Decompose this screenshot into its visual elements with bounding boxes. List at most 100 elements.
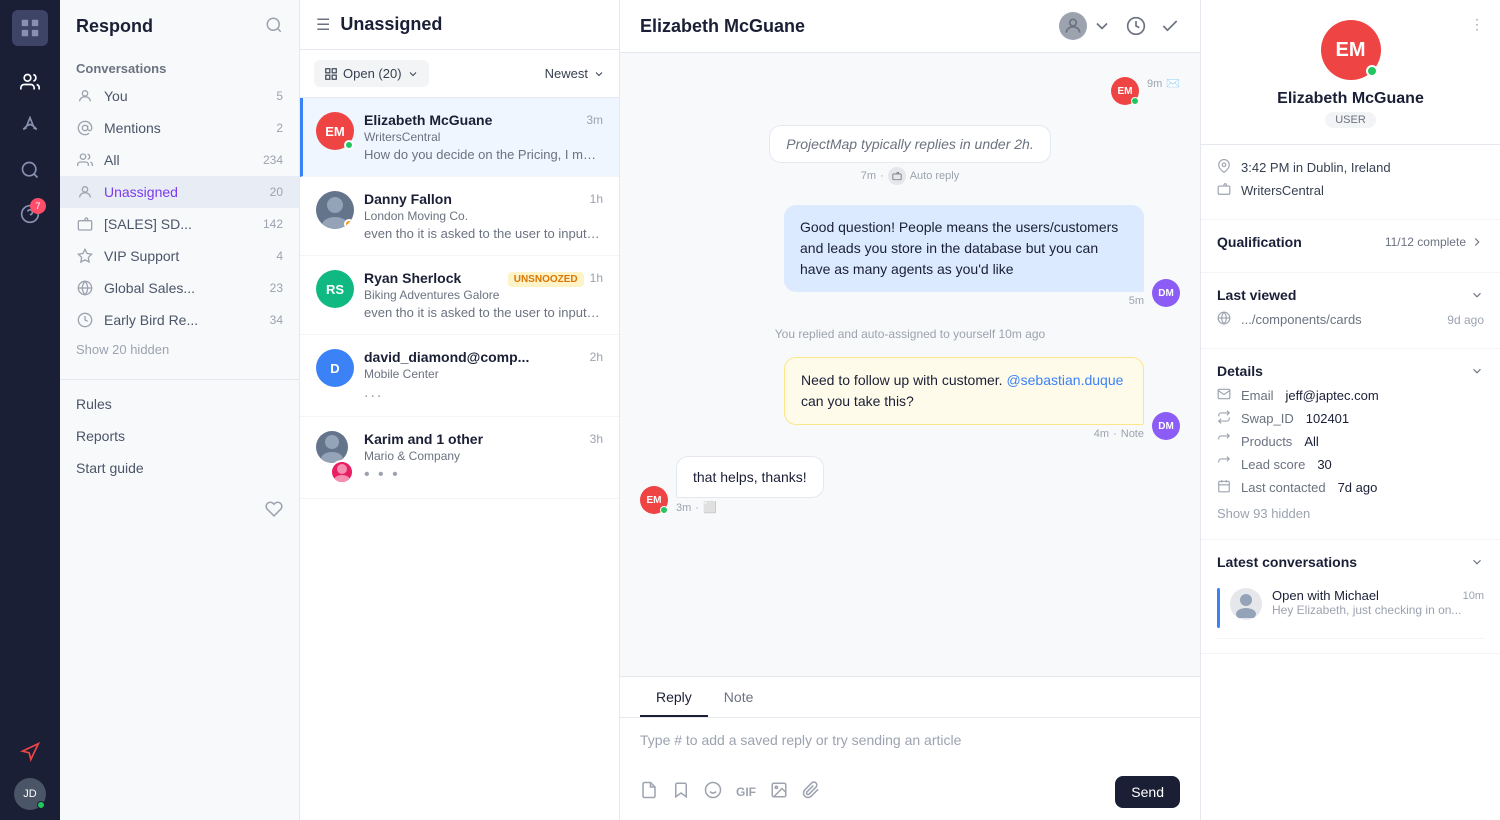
bot-bubble: ProjectMap typically replies in under 2h…	[769, 125, 1050, 163]
rp-last-viewed-section: Last viewed .../components/cards 9d ago	[1201, 273, 1500, 349]
incoming-reply-container: that helps, thanks! 3m · ⬜	[676, 456, 824, 514]
outgoing-bubble: Good question! People means the users/cu…	[784, 205, 1144, 292]
sidebar-item-early[interactable]: Early Bird Re... 34	[60, 304, 299, 336]
conv-name: Karim and 1 other	[364, 431, 483, 447]
conv-company: Mario & Company	[364, 449, 603, 463]
more-options-icon[interactable]: ⋮	[1470, 16, 1484, 33]
show-hidden-details[interactable]: Show 93 hidden	[1217, 502, 1484, 525]
global-label: Global Sales...	[104, 280, 260, 296]
sort-label: Newest	[545, 66, 588, 81]
rocket-nav-icon[interactable]	[12, 108, 48, 144]
clock-icon[interactable]	[1126, 16, 1146, 36]
rp-latest-conv-title: Latest conversations	[1217, 554, 1357, 570]
incoming-bubble: that helps, thanks!	[676, 456, 824, 498]
sidebar-item-sales[interactable]: [SALES] SD... 142	[60, 208, 299, 240]
conv-item-elizabeth[interactable]: EM Elizabeth McGuane 3m WritersCentral H…	[300, 98, 619, 177]
sort-button[interactable]: Newest	[545, 66, 605, 81]
rp-details-section: Details Email jeff@japtec.com Swa	[1201, 349, 1500, 540]
rp-qual-title: Qualification	[1217, 234, 1302, 250]
emoji-icon[interactable]	[704, 781, 722, 803]
image-icon[interactable]	[770, 781, 788, 803]
reply-tab[interactable]: Reply	[640, 677, 708, 717]
attach-icon[interactable]	[802, 781, 820, 803]
reply-input[interactable]: Type # to add a saved reply or try sendi…	[620, 718, 1200, 768]
resolve-icon[interactable]	[1160, 16, 1180, 36]
rp-company-row: WritersCentral	[1217, 182, 1484, 199]
megaphone-icon[interactable]	[12, 734, 48, 770]
chat-header: Elizabeth McGuane	[620, 0, 1200, 53]
conv-avatar-ryan: RS	[316, 270, 354, 308]
question-nav-icon[interactable]: 7	[12, 196, 48, 232]
global-count: 23	[270, 281, 283, 295]
user-avatar-icon[interactable]: JD	[14, 778, 46, 810]
leadscore-value: 30	[1317, 457, 1331, 472]
document-icon[interactable]	[640, 781, 658, 803]
conv-item-karim[interactable]: Karim and 1 other 3h Mario & Company • •…	[300, 417, 619, 499]
note-tab[interactable]: Note	[708, 677, 770, 717]
rules-link[interactable]: Rules	[60, 388, 299, 420]
reports-link[interactable]: Reports	[60, 420, 299, 452]
unassigned-icon	[76, 183, 94, 201]
rp-viewed-time: 9d ago	[1447, 313, 1484, 327]
conv-company: London Moving Co.	[364, 209, 603, 223]
start-guide-link[interactable]: Start guide	[60, 452, 299, 484]
send-button[interactable]: Send	[1115, 776, 1180, 808]
nav-search-icon[interactable]	[265, 16, 283, 37]
conv-company: Mobile Center	[364, 367, 603, 381]
products-icon	[1217, 433, 1233, 450]
conv-time: UNSNOOZED1h	[508, 271, 603, 285]
assign-button[interactable]	[1059, 12, 1112, 40]
reply-toolbar: GIF Send	[620, 768, 1200, 820]
rp-details-header: Details	[1217, 363, 1484, 379]
conv-preview: ...	[364, 384, 603, 402]
rp-last-viewed-toggle[interactable]	[1470, 288, 1484, 302]
user-online-indicator	[37, 801, 45, 809]
rp-online-dot	[1366, 65, 1378, 77]
conv-content-david: david_diamond@comp... 2h Mobile Center .…	[364, 349, 603, 402]
rp-location-row: 3:42 PM in Dublin, Ireland	[1217, 159, 1484, 176]
sidebar-item-unassigned[interactable]: Unassigned 20	[60, 176, 299, 208]
search-nav-icon[interactable]	[12, 152, 48, 188]
hamburger-menu-icon[interactable]: ☰	[316, 15, 330, 35]
rp-last-viewed-url: .../components/cards 9d ago	[1217, 311, 1484, 328]
rp-latest-conv-header: Latest conversations	[1217, 554, 1484, 570]
note-avatar: DM	[1152, 412, 1180, 440]
conv-indicator-bar	[1217, 588, 1220, 628]
early-label: Early Bird Re...	[104, 312, 260, 328]
bot-msg-row: ProjectMap typically replies in under 2h…	[640, 125, 1180, 185]
sidebar-item-vip[interactable]: VIP Support 4	[60, 240, 299, 272]
rp-qual-action[interactable]: 11/12 complete	[1385, 235, 1484, 249]
sidebar-item-mentions[interactable]: Mentions 2	[60, 112, 299, 144]
sidebar-item-all[interactable]: All 234	[60, 144, 299, 176]
early-count: 34	[270, 313, 283, 327]
heart-icon[interactable]	[265, 500, 283, 521]
latest-conv-item[interactable]: Open with Michael 10m Hey Elizabeth, jus…	[1217, 578, 1484, 639]
question-badge: 7	[30, 198, 46, 214]
rp-latest-conv-section: Latest conversations Open with Michael 1…	[1201, 540, 1500, 654]
conv-name-row: david_diamond@comp... 2h	[364, 349, 603, 365]
bookmark-icon[interactable]	[672, 781, 690, 803]
reply-tabs: Reply Note	[620, 677, 1200, 718]
system-message: You replied and auto-assigned to yoursel…	[640, 323, 1180, 345]
open-filter-label: Open (20)	[343, 66, 402, 81]
conv-filters: Open (20) Newest	[300, 50, 619, 98]
app-logo[interactable]	[12, 10, 48, 46]
rp-email-row: Email jeff@japtec.com	[1217, 387, 1484, 404]
lc-content: Open with Michael 10m Hey Elizabeth, jus…	[1272, 588, 1484, 617]
conv-item-ryan[interactable]: RS Ryan Sherlock UNSNOOZED1h Biking Adve…	[300, 256, 619, 335]
rp-url: .../components/cards	[1241, 312, 1362, 327]
reply-area: Reply Note Type # to add a saved reply o…	[620, 676, 1200, 820]
open-filter-button[interactable]: Open (20)	[314, 60, 429, 87]
conv-item-danny[interactable]: Danny Fallon 1h London Moving Co. even t…	[300, 177, 619, 256]
show-hidden-link[interactable]: Show 20 hidden	[60, 336, 299, 363]
sidebar-item-global[interactable]: Global Sales... 23	[60, 272, 299, 304]
rp-latest-conv-toggle[interactable]	[1470, 555, 1484, 569]
rp-details-toggle[interactable]	[1470, 364, 1484, 378]
conv-item-david[interactable]: D david_diamond@comp... 2h Mobile Center…	[300, 335, 619, 417]
rp-user-badge: USER	[1325, 112, 1376, 128]
conversations-nav-icon[interactable]	[12, 64, 48, 100]
conversation-list: ☰ Unassigned Open (20) Newest EM	[300, 0, 620, 820]
gif-button[interactable]: GIF	[736, 785, 756, 799]
all-count: 234	[263, 153, 283, 167]
sidebar-item-you[interactable]: You 5	[60, 80, 299, 112]
